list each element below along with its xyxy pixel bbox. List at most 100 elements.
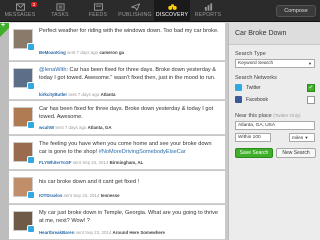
avatar — [13, 177, 35, 199]
tweet-time: sent Sep 23, 2014 — [72, 160, 109, 165]
tweet-location: cameron ga — [99, 50, 124, 55]
tweet-mention[interactable]: @lenaWith — [39, 67, 66, 73]
twitter-icon — [27, 82, 35, 90]
tweet-card[interactable]: @lenaWith: Car has been fixed for three … — [9, 62, 225, 100]
tweet-card[interactable]: Car has been fixed for three days. Broke… — [9, 101, 225, 135]
tweet-user[interactable]: HeartbreakBaren — [39, 230, 74, 235]
new-search-button[interactable]: New Search — [276, 148, 316, 158]
search-title: Car Broke Down — [229, 23, 320, 45]
network-row-twitter[interactable]: Twitter ✓ — [235, 83, 315, 93]
tweet-meta: wcahW sent 7 days ago Atlanta, GA — [39, 125, 112, 130]
within-value: 100 — [252, 135, 261, 140]
envelope-icon — [15, 3, 25, 11]
avatar — [13, 68, 35, 90]
top-nav: MESSAGES 2 TASKS FEEDS PUBLISHING DISCOV… — [0, 0, 320, 22]
nav-label: PUBLISHING — [118, 12, 152, 18]
search-panel: Car Broke Down Search Type Keyword Searc… — [228, 23, 320, 240]
binoculars-icon — [167, 4, 177, 10]
tweet-user[interactable]: BeMoanKing — [39, 50, 66, 55]
feed-gutter — [0, 23, 9, 240]
nav-discovery[interactable]: DISCOVERY — [154, 0, 190, 22]
tweet-meta: BeMoanKing sent 7 days ago cameron ga — [39, 50, 124, 55]
tweet-text: @lenaWith: Car has been fixed for three … — [39, 67, 219, 82]
tweet-meta: IOTDravlos sent Sep 23, 2014 tennesse — [39, 193, 120, 198]
avatar — [13, 29, 35, 51]
chevron-down-icon: ▼ — [308, 61, 312, 66]
tweet-location: tennesse — [100, 193, 120, 198]
tweet-text: his car broke down and it cant get fixed… — [39, 179, 140, 185]
tweet-card[interactable]: his car broke down and it cant get fixed… — [9, 171, 225, 204]
near-label: Near this place (Twitter Only) — [235, 113, 301, 119]
nav-label: MESSAGES — [4, 12, 36, 18]
twitter-icon — [27, 225, 35, 233]
tweet-card[interactable]: My car just broke down in Temple, Georgi… — [9, 205, 225, 240]
tweet-card[interactable]: Perfect weather for riding with the wind… — [9, 23, 225, 61]
nav-messages[interactable]: MESSAGES 2 — [0, 0, 40, 22]
tweet-time: sent Sep 23, 2014 — [63, 193, 100, 198]
within-select[interactable]: Within 100 — [235, 133, 271, 142]
tweet-user[interactable]: FLYWhiterYoSF — [39, 160, 71, 165]
tweet-time: sent 7 days ago — [67, 50, 99, 55]
within-label: Within — [238, 135, 252, 140]
nav-publishing[interactable]: PUBLISHING — [116, 0, 154, 22]
tweet-meta: FLYWhiterYoSF sent Sep 23, 2014 Birmingh… — [39, 160, 143, 165]
near-label-text: Near this place — [235, 113, 272, 119]
unread-badge: 2 — [31, 2, 37, 7]
twitter-icon — [27, 121, 35, 129]
unit-value: miles — [292, 136, 304, 141]
tweet-meta: HeartbreakBaren sent Sep 23, 2014 Around… — [39, 230, 165, 235]
near-sub: (Twitter Only) — [273, 113, 301, 118]
tweet-location: Birmingham, AL — [109, 160, 144, 165]
avatar — [13, 107, 35, 129]
tweet-text: The feeling you have when you come home … — [39, 141, 219, 156]
checklist-icon — [55, 3, 65, 11]
nav-label: REPORTS — [194, 12, 222, 18]
tweet-user[interactable]: wcahW — [39, 125, 54, 130]
nav-label: FEEDS — [88, 12, 108, 18]
plus-icon: + — [1, 22, 6, 29]
feed-icon — [93, 3, 103, 11]
bar-chart-icon — [204, 3, 212, 11]
tweet-time: sent 7 days ago — [55, 125, 87, 130]
networks-label: Search Networks — [235, 75, 277, 81]
twitter-checkbox[interactable]: ✓ — [307, 84, 315, 92]
compose-button[interactable]: Compose — [276, 5, 316, 17]
send-icon — [130, 3, 140, 11]
tweet-time: sent Sep 23, 2014 — [75, 230, 112, 235]
chevron-down-icon: ▼ — [304, 135, 309, 140]
tweet-location: Atlanta, GA — [87, 125, 112, 130]
twitter-icon — [27, 43, 35, 51]
compose-label: Compose — [284, 8, 308, 14]
twitter-icon — [235, 84, 242, 91]
network-label: Twitter — [246, 85, 261, 91]
tweet-card[interactable]: The feeling you have when you come home … — [9, 136, 225, 170]
facebook-icon — [235, 96, 242, 103]
facebook-checkbox[interactable] — [307, 96, 315, 104]
save-search-button[interactable]: Save Search — [235, 148, 273, 158]
tweet-time: sent 7 days ago — [68, 92, 100, 97]
tweet-user[interactable]: IOTDravlos — [39, 193, 62, 198]
tweet-text: My car just broke down in Temple, Georgi… — [39, 210, 218, 224]
nav-label: TASKS — [51, 12, 69, 18]
search-type-label: Search Type — [235, 51, 266, 57]
twitter-icon — [27, 156, 35, 164]
tweet-text: Perfect weather for riding with the wind… — [39, 28, 219, 34]
nav-reports[interactable]: REPORTS — [190, 0, 226, 22]
search-type-select[interactable]: Keyword Search ▼ — [235, 59, 315, 68]
location-input[interactable]: Atlanta, GA, USA — [235, 121, 315, 130]
avatar — [13, 142, 35, 164]
nav-feeds[interactable]: FEEDS — [80, 0, 116, 22]
tweet-user[interactable]: kirkcityButler — [39, 92, 67, 97]
tweet-text: Car has been fixed for three days. Broke… — [39, 106, 214, 120]
nav-tasks[interactable]: TASKS — [40, 0, 80, 22]
unit-select[interactable]: miles ▼ — [289, 133, 315, 142]
tweet-text-body: : Car has been fixed for three days. Bro… — [39, 67, 217, 81]
nav-label: DISCOVERY — [155, 12, 189, 18]
tweet-hashtag[interactable]: #NoMoreDrivingSomebodyElseCar — [99, 149, 186, 155]
tweet-meta: kirkcityButler sent 7 days ago Atlanta — [39, 92, 115, 97]
twitter-icon — [27, 191, 35, 199]
tweet-location: Atlanta — [100, 92, 116, 97]
network-row-facebook[interactable]: Facebook — [235, 95, 315, 105]
tweet-location: Around Here Somewhere — [112, 230, 165, 235]
network-label: Facebook — [246, 97, 268, 103]
